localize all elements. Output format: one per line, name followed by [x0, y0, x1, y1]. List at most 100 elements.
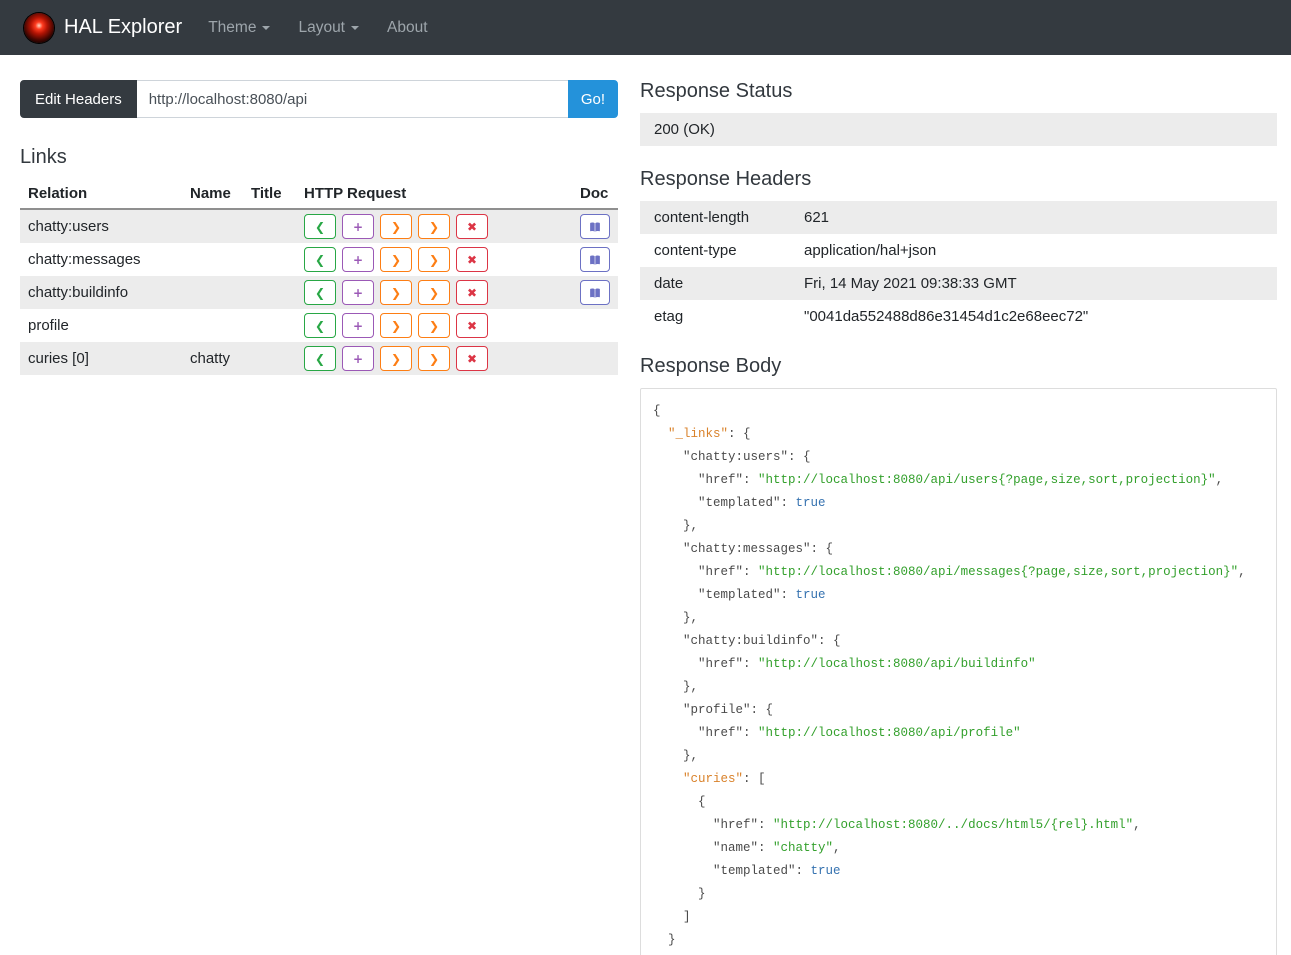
column-name: Name: [182, 179, 243, 210]
brand-link[interactable]: HAL Explorer: [24, 12, 183, 43]
http-patch-button[interactable]: ❯: [418, 280, 450, 305]
response-header-name: content-type: [654, 242, 737, 259]
request-toolbar: Edit Headers Go!: [20, 80, 618, 118]
doc-cell: [572, 342, 618, 375]
link-name: [182, 309, 243, 342]
link-title: [243, 342, 296, 375]
http-put-button[interactable]: ❯: [380, 313, 412, 338]
navbar: HAL Explorer Theme Layout About: [0, 0, 1291, 55]
response-header-value: application/hal+json: [804, 242, 937, 259]
http-patch-button[interactable]: ❯: [418, 346, 450, 371]
http-delete-button[interactable]: ✖: [456, 280, 488, 305]
link-name: [182, 276, 243, 309]
go-button[interactable]: Go!: [567, 80, 618, 118]
link-row: chatty:buildinfo ❮ + ❯ ❯ ✖: [20, 276, 618, 309]
response-header-row: date Fri, 14 May 2021 09:38:33 GMT: [640, 267, 1277, 300]
response-headers-body: content-length 621 content-type application…: [640, 201, 1277, 333]
response-headers-table: content-length 621 content-type application…: [640, 201, 1277, 333]
http-delete-button[interactable]: ✖: [456, 214, 488, 239]
http-patch-button[interactable]: ❯: [418, 214, 450, 239]
response-header-name: content-length: [654, 209, 750, 226]
http-post-button[interactable]: +: [342, 214, 374, 239]
nav-items: Theme Layout About: [208, 19, 427, 37]
response-status-value: 200 (OK): [640, 113, 1277, 146]
http-put-button[interactable]: ❯: [380, 346, 412, 371]
nav-item-about[interactable]: About: [387, 19, 428, 37]
http-post-button[interactable]: +: [342, 313, 374, 338]
link-relation: chatty:messages: [28, 251, 141, 268]
response-body: { "_links": { "chatty:users": { "href": …: [640, 388, 1277, 955]
links-heading: Links: [20, 146, 67, 168]
http-delete-button[interactable]: ✖: [456, 313, 488, 338]
link-relation: profile: [28, 317, 69, 334]
column-title: Title: [243, 179, 296, 210]
response-body-json: { "_links": { "chatty:users": { "href": …: [653, 404, 1246, 947]
link-row: chatty:messages ❮ + ❯ ❯ ✖: [20, 243, 618, 276]
response-header-name: etag: [654, 308, 684, 325]
response-headers-heading: Response Headers: [640, 168, 812, 190]
link-relation: chatty:users: [28, 218, 109, 235]
http-post-button[interactable]: +: [342, 346, 374, 371]
nav-item-layout[interactable]: Layout: [298, 19, 359, 37]
links-panel: Edit Headers Go! Links Relation Name Tit…: [20, 80, 618, 375]
response-header-row: etag "0041da552488d86e31454d1c2e68eec72": [640, 300, 1277, 333]
links-table-body: chatty:users ❮ + ❯ ❯ ✖ chatty:messages ❮ + ❯ ❯ ✖ cha…: [20, 209, 618, 375]
doc-cell: [572, 309, 618, 342]
response-body-heading: Response Body: [640, 355, 782, 377]
http-request-cell: ❮ + ❯ ❯ ✖: [296, 309, 572, 342]
http-put-button[interactable]: ❯: [380, 280, 412, 305]
caret-down-icon: [351, 25, 359, 30]
response-header-value: "0041da552488d86e31454d1c2e68eec72": [804, 308, 1089, 325]
response-header-value: 621: [804, 209, 830, 226]
nav-item-layout-label: Layout: [298, 18, 345, 36]
response-panel: Response Status 200 (OK) Response Header…: [640, 80, 1277, 955]
link-row: curies [0] chatty ❮ + ❯ ❯ ✖: [20, 342, 618, 375]
http-get-button[interactable]: ❮: [304, 214, 336, 239]
doc-button[interactable]: [580, 247, 610, 272]
http-post-button[interactable]: +: [342, 280, 374, 305]
http-request-cell: ❮ + ❯ ❯ ✖: [296, 342, 572, 375]
http-post-button[interactable]: +: [342, 247, 374, 272]
http-put-button[interactable]: ❯: [380, 247, 412, 272]
doc-button[interactable]: [580, 280, 610, 305]
nav-item-about-label: About: [387, 18, 428, 36]
main-content: Edit Headers Go! Links Relation Name Tit…: [0, 55, 1291, 955]
response-header-name: date: [654, 275, 684, 292]
link-title: [243, 243, 296, 276]
link-relation: chatty:buildinfo: [28, 284, 129, 301]
book-icon: [588, 285, 602, 300]
http-put-button[interactable]: ❯: [380, 214, 412, 239]
response-header-value: Fri, 14 May 2021 09:38:33 GMT: [804, 275, 1017, 292]
link-relation: curies [0]: [28, 350, 89, 367]
column-relation: Relation: [20, 179, 182, 210]
http-get-button[interactable]: ❮: [304, 247, 336, 272]
http-get-button[interactable]: ❮: [304, 280, 336, 305]
doc-cell: [572, 209, 618, 243]
http-get-button[interactable]: ❮: [304, 346, 336, 371]
http-get-button[interactable]: ❮: [304, 313, 336, 338]
nav-item-theme-label: Theme: [208, 18, 257, 36]
http-patch-button[interactable]: ❯: [418, 247, 450, 272]
response-header-row: content-length 621: [640, 201, 1277, 234]
nav-item-theme[interactable]: Theme: [208, 18, 271, 37]
caret-down-icon: [262, 25, 271, 30]
response-status-heading: Response Status: [640, 80, 793, 102]
http-patch-button[interactable]: ❯: [418, 313, 450, 338]
http-delete-button[interactable]: ✖: [456, 346, 488, 371]
brand-label: HAL Explorer: [64, 16, 183, 38]
link-title: [243, 309, 296, 342]
links-table-header-row: Relation Name Title HTTP Request Doc: [20, 179, 618, 210]
hal-logo-icon: [24, 12, 54, 43]
url-input[interactable]: [136, 80, 568, 118]
book-icon: [588, 219, 602, 234]
link-title: [243, 209, 296, 243]
edit-headers-button[interactable]: Edit Headers: [20, 80, 137, 118]
http-delete-button[interactable]: ✖: [456, 247, 488, 272]
http-request-cell: ❮ + ❯ ❯ ✖: [296, 243, 572, 276]
column-http-request: HTTP Request: [296, 179, 572, 210]
link-name: [182, 243, 243, 276]
doc-button[interactable]: [580, 214, 610, 239]
response-header-row: content-type application/hal+json: [640, 234, 1277, 267]
http-request-cell: ❮ + ❯ ❯ ✖: [296, 276, 572, 309]
link-name: chatty: [190, 350, 231, 367]
